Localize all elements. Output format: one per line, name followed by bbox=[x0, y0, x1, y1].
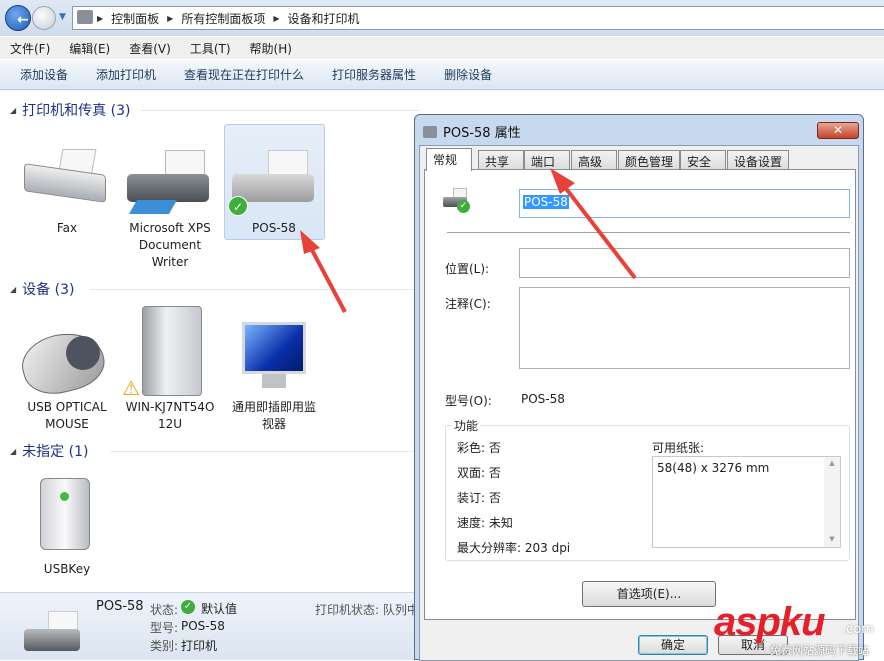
watermark-tagline: 免费网站源码下载站 bbox=[770, 644, 869, 657]
annotation-arrow-to-ports-tab bbox=[550, 168, 637, 280]
aspku-watermark-logo: aspku .com 免费网站源码下载站 bbox=[712, 600, 884, 660]
watermark-tld: .com bbox=[842, 622, 874, 637]
tab-general[interactable]: 常规 bbox=[426, 148, 472, 171]
annotation-arrows bbox=[300, 168, 637, 313]
annotation-arrow-to-pos58 bbox=[300, 230, 347, 313]
watermark-brand: aspku bbox=[714, 600, 826, 644]
